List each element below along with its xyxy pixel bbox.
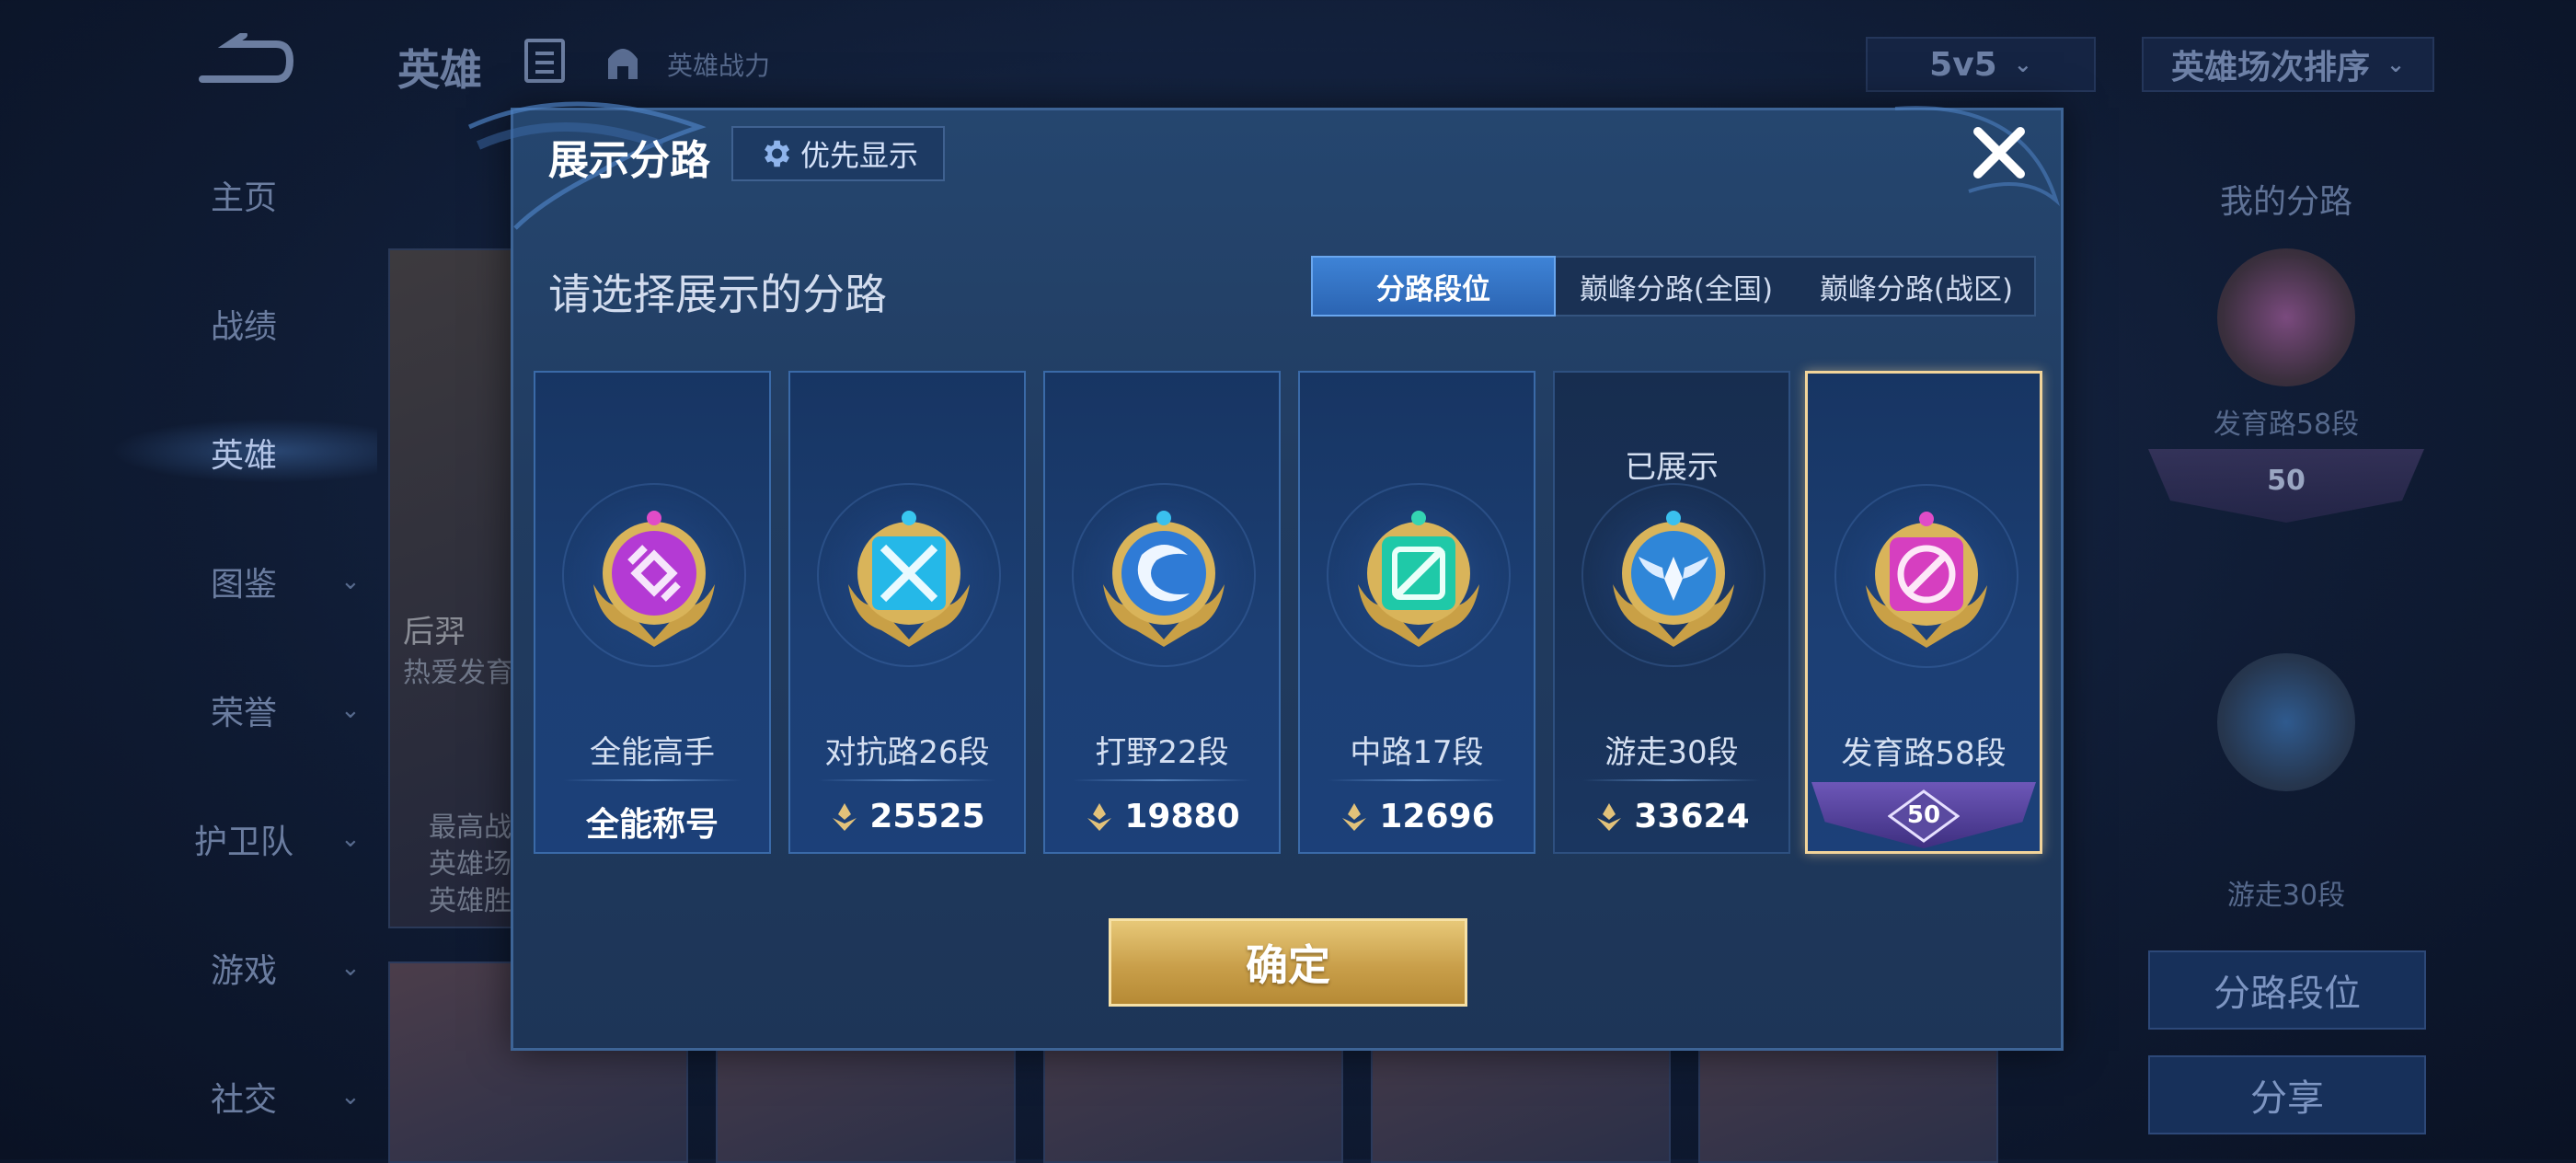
sidebar-item-game[interactable]: 游戏 ⌄ xyxy=(147,944,377,992)
lane-card-clash[interactable]: 对抗路26段 25525 xyxy=(788,371,1026,854)
tab-peak-region[interactable]: 巅峰分路(战区) xyxy=(1797,258,2036,315)
lane-title-label: 全能称号 xyxy=(585,806,719,844)
power-icon xyxy=(1342,802,1367,831)
sort-select[interactable]: 英雄场次排序 ⌄ xyxy=(2142,37,2434,92)
hero-card[interactable]: 后羿 热爱发育 最高战 英雄场 英雄胜 xyxy=(388,248,521,928)
sidebar-item-guard[interactable]: 护卫队 ⌄ xyxy=(147,815,377,863)
list-icon[interactable] xyxy=(524,39,565,83)
lane-score: 25525 xyxy=(790,798,1024,835)
tab-lane-rank[interactable]: 分路段位 xyxy=(1311,256,1556,317)
chevron-down-icon: ⌄ xyxy=(2013,52,2032,77)
lane-rank-button[interactable]: 分路段位 xyxy=(2148,950,2426,1030)
chevron-down-icon: ⌄ xyxy=(2386,52,2406,77)
confirm-button[interactable]: 确定 xyxy=(1109,918,1467,1007)
farm-lane-emblem-icon xyxy=(2217,248,2355,386)
jungle-emblem-icon xyxy=(1103,511,1225,647)
helmet-icon xyxy=(608,49,638,79)
sidebar-item-home[interactable]: 主页 xyxy=(147,171,377,219)
my-lane-title: 我的分路 xyxy=(2219,183,2352,221)
lane-score: 12696 xyxy=(1300,798,1534,835)
level-value: 50 xyxy=(1906,801,1941,829)
lane-card-farm[interactable]: 发育路58段 50 xyxy=(1805,371,2042,854)
chevron-down-icon: ⌄ xyxy=(340,1083,361,1111)
lane-name: 对抗路26段 xyxy=(824,734,990,771)
roam-emblem-icon xyxy=(2217,653,2355,791)
lane-card-mid[interactable]: 中路17段 12696 xyxy=(1298,371,1535,854)
dialog-title: 展示分路 xyxy=(548,137,710,184)
mode-select[interactable]: 5v5 ⌄ xyxy=(1866,37,2096,92)
roam-emblem-icon xyxy=(1613,511,1734,647)
dialog-subtitle: 请选择展示的分路 xyxy=(548,270,887,319)
back-arrow-icon[interactable] xyxy=(193,33,294,88)
priority-display-button[interactable]: 优先显示 xyxy=(731,126,945,181)
sidebar-item-heroes[interactable]: 英雄 xyxy=(147,429,377,477)
hero-power-label: 英雄战力 xyxy=(667,51,771,81)
close-icon[interactable] xyxy=(1969,122,2030,183)
sidebar-item-records[interactable]: 战绩 xyxy=(147,300,377,348)
lane-name: 游走30段 xyxy=(1604,734,1739,771)
sidebar-item-honor[interactable]: 荣誉 ⌄ xyxy=(147,686,377,734)
share-button[interactable]: 分享 xyxy=(2148,1055,2426,1134)
chevron-down-icon: ⌄ xyxy=(340,825,361,853)
clash-lane-emblem-icon xyxy=(848,511,970,647)
power-icon xyxy=(833,802,857,831)
gear-icon xyxy=(765,140,790,167)
lane-score: 33624 xyxy=(1555,798,1788,835)
lane-score: 19880 xyxy=(1045,798,1279,835)
tab-peak-national[interactable]: 巅峰分路(全国) xyxy=(1556,258,1797,315)
power-icon xyxy=(1087,802,1112,831)
lane-card-roam[interactable]: 已展示 游走30段 33624 xyxy=(1553,371,1790,854)
allround-emblem-icon xyxy=(593,511,715,647)
lane-name: 发育路58段 xyxy=(1841,735,2007,772)
displayed-status: 已展示 xyxy=(1625,449,1719,486)
page-title: 英雄 xyxy=(397,45,482,95)
lane-tabs: 分路段位 巅峰分路(全国) 巅峰分路(战区) xyxy=(1311,256,2036,317)
chevron-down-icon: ⌄ xyxy=(340,568,361,595)
sidebar-item-codex[interactable]: 图鉴 ⌄ xyxy=(147,558,377,605)
lane-name: 全能高手 xyxy=(590,734,715,771)
sidebar-item-social[interactable]: 社交 ⌄ xyxy=(147,1073,377,1121)
lane-name: 打野22段 xyxy=(1095,734,1229,771)
farm-lane-emblem-icon xyxy=(1866,512,1987,648)
lane-card-jungle[interactable]: 打野22段 19880 xyxy=(1043,371,1281,854)
chevron-down-icon: ⌄ xyxy=(340,697,361,724)
lane-card-allround[interactable]: 全能高手 全能称号 xyxy=(534,371,771,854)
mid-lane-emblem-icon xyxy=(1358,511,1479,647)
power-icon xyxy=(1597,802,1622,831)
chevron-down-icon: ⌄ xyxy=(340,954,361,982)
lane-name: 中路17段 xyxy=(1350,734,1484,771)
